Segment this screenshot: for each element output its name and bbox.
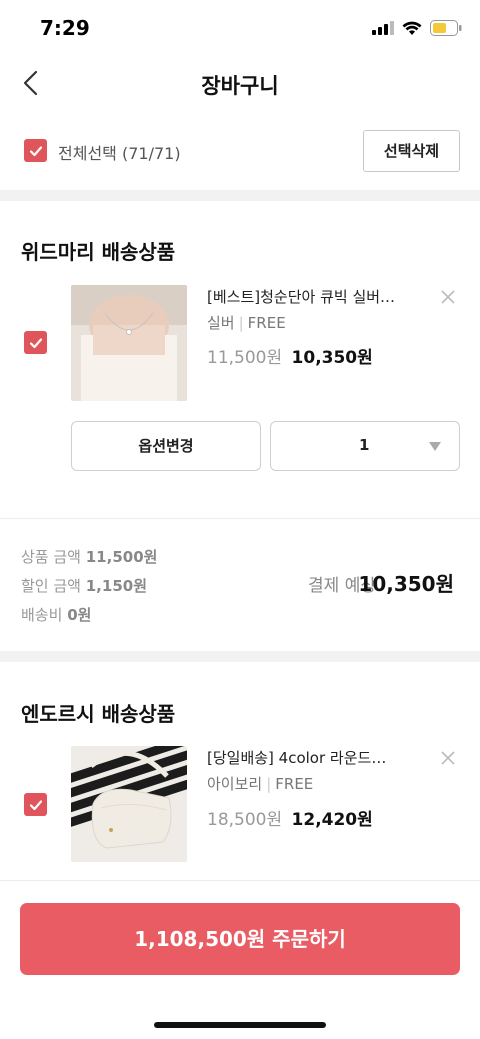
option-size: FREE	[275, 775, 314, 793]
battery-icon	[430, 20, 462, 36]
sale-price: 12,420원	[291, 810, 373, 830]
dropdown-arrow-icon	[429, 442, 441, 451]
status-bar: 7:29	[0, 0, 480, 56]
delete-selected-button[interactable]: 선택삭제	[363, 130, 460, 172]
check-icon	[29, 799, 42, 810]
shipping-fee-line: 배송비 0원	[21, 604, 91, 625]
select-all-checkbox[interactable]	[24, 139, 47, 162]
nav-bar: 장바구니	[0, 56, 480, 112]
original-price: 11,500원	[207, 348, 283, 368]
order-button[interactable]: 1,108,500원 주문하기	[20, 903, 460, 975]
summary-divider	[0, 518, 480, 519]
option-separator: |	[238, 314, 244, 332]
close-icon	[441, 290, 455, 304]
shipping-fee-label: 배송비	[21, 606, 63, 624]
status-time: 7:29	[40, 16, 90, 40]
section-divider	[0, 651, 480, 662]
check-icon	[29, 337, 42, 348]
expected-payment-value: 10,350원	[358, 572, 454, 596]
option-change-button[interactable]: 옵션변경	[71, 421, 261, 471]
original-price: 18,500원	[207, 810, 283, 830]
necklace-product-image	[71, 285, 187, 401]
close-icon	[441, 751, 455, 765]
seller-section-title: 위드마리 배송상품	[21, 240, 176, 264]
order-bar-divider	[0, 880, 480, 881]
discount-amount-label: 할인 금액	[21, 577, 81, 595]
product-amount-line: 상품 금액 11,500원	[21, 546, 157, 567]
item-checkbox[interactable]	[24, 331, 47, 354]
item-checkbox[interactable]	[24, 793, 47, 816]
option-separator: |	[266, 775, 272, 793]
wifi-icon	[402, 21, 422, 35]
section-divider	[0, 190, 480, 201]
product-thumbnail[interactable]	[71, 285, 187, 401]
product-amount-label: 상품 금액	[21, 548, 81, 566]
check-icon	[29, 145, 42, 156]
option-size: FREE	[247, 314, 286, 332]
product-prices: 18,500원 12,420원	[207, 805, 373, 830]
product-prices: 11,500원 10,350원	[207, 343, 373, 368]
sale-price: 10,350원	[291, 348, 373, 368]
shipping-fee-value: 0원	[67, 606, 92, 624]
status-icons	[372, 20, 462, 36]
product-thumbnail[interactable]	[71, 746, 187, 862]
option-color: 아이보리	[207, 775, 263, 793]
discount-amount-value: 1,150원	[85, 577, 147, 595]
product-amount-value: 11,500원	[85, 548, 158, 566]
page-title: 장바구니	[201, 74, 279, 98]
quantity-select[interactable]: 1	[270, 421, 460, 471]
order-bar: 1,108,500원 주문하기	[0, 880, 480, 1039]
option-color: 실버	[207, 314, 235, 332]
product-name[interactable]: [당일배송] 4color 라운드…	[207, 747, 419, 768]
seller-section-title: 엔도르시 배송상품	[21, 702, 176, 726]
discount-amount-line: 할인 금액 1,150원	[21, 575, 147, 596]
remove-item-button[interactable]	[437, 747, 459, 769]
product-name[interactable]: [베스트]청순단아 큐빅 실버…	[207, 286, 419, 307]
home-indicator	[154, 1022, 326, 1028]
remove-item-button[interactable]	[437, 286, 459, 308]
select-all-label: 전체선택 (71/71)	[58, 144, 181, 163]
signal-icon	[372, 21, 394, 35]
select-all-row: 전체선택 (71/71) 선택삭제	[0, 128, 480, 174]
product-option: 아이보리 | FREE	[207, 773, 313, 794]
bag-product-image	[71, 746, 187, 862]
quantity-value: 1	[359, 436, 370, 454]
product-option: 실버 | FREE	[207, 312, 286, 333]
